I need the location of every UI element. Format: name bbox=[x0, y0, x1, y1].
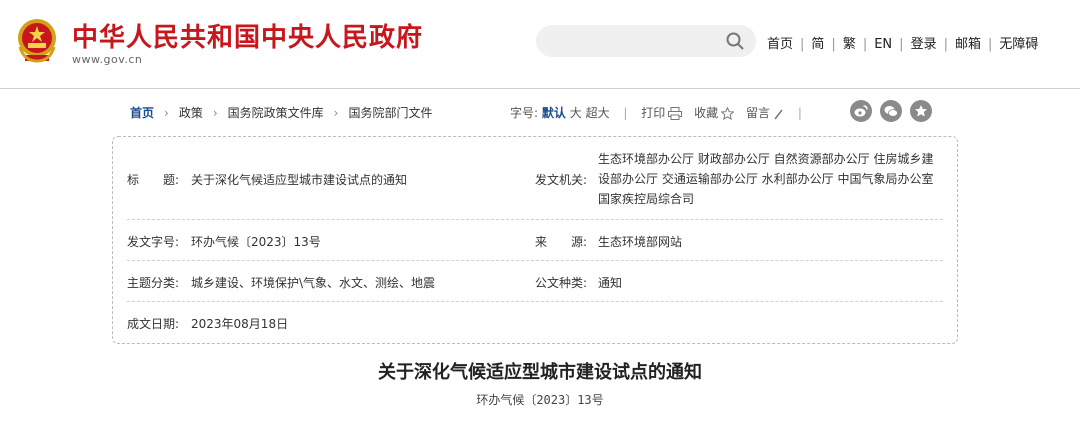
type-label: 公文种类: bbox=[535, 276, 588, 290]
nav-accessibility[interactable]: 无障碍 bbox=[999, 37, 1038, 52]
font-size-large[interactable]: 大 bbox=[570, 106, 582, 120]
site-url: www.gov.cn bbox=[72, 53, 143, 66]
font-size-xlarge[interactable]: 超大 bbox=[586, 106, 610, 120]
weibo-share-icon[interactable] bbox=[850, 100, 872, 122]
nav-home[interactable]: 首页 bbox=[767, 37, 793, 52]
breadcrumb-policy-library[interactable]: 国务院政策文件库 bbox=[228, 106, 324, 120]
nav-english[interactable]: EN bbox=[874, 37, 892, 52]
print-label: 打印 bbox=[641, 106, 666, 120]
title-value: 关于深化气候适应型城市建设试点的通知 bbox=[191, 173, 408, 187]
nav-traditional[interactable]: 繁 bbox=[843, 37, 856, 52]
site-title[interactable]: 中华人民共和国中央人民政府 bbox=[72, 17, 423, 54]
breadcrumb-home[interactable]: 首页 bbox=[130, 106, 154, 120]
search-icon[interactable] bbox=[726, 32, 744, 50]
breadcrumb-department-docs[interactable]: 国务院部门文件 bbox=[348, 106, 432, 120]
type-value: 通知 bbox=[598, 276, 623, 290]
chevron-right-icon: › bbox=[164, 106, 169, 120]
source-label: 来 源: bbox=[535, 235, 588, 249]
nav-separator: | bbox=[899, 37, 904, 52]
favorite-label: 收藏 bbox=[694, 106, 719, 120]
date-value: 2023年08月18日 bbox=[191, 317, 289, 331]
page-tools: 字号: 默认 大 超大 | 打印 收藏 留言 | bbox=[510, 104, 812, 121]
nav-separator: | bbox=[862, 37, 868, 52]
article-title: 关于深化气候适应型城市建设试点的通知 bbox=[378, 362, 702, 383]
top-nav: 首页 | 简 | 繁 | EN | 登录 | 邮箱 | 无障碍 bbox=[767, 33, 1038, 52]
breadcrumb: 首页 › 政策 › 国务院政策文件库 › 国务院部门文件 bbox=[130, 104, 439, 121]
favorite-button[interactable]: 收藏 bbox=[694, 106, 735, 120]
breadcrumb-policy[interactable]: 政策 bbox=[179, 106, 203, 120]
doc-no-value: 环办气候〔2023〕13号 bbox=[191, 235, 321, 249]
pencil-icon bbox=[774, 109, 783, 119]
nav-separator: | bbox=[943, 37, 948, 52]
printer-icon bbox=[668, 107, 683, 120]
document-info-box: 标 题: 关于深化气候适应型城市建设试点的通知 发文机关: 生态环境部办公厅 财… bbox=[112, 136, 958, 344]
issuer-value: 生态环境部办公厅 财政部办公厅 自然资源部办公厅 住房城乡建设部办公厅 交通运输… bbox=[598, 152, 934, 206]
article-doc-number: 环办气候〔2023〕13号 bbox=[476, 393, 604, 407]
source-value: 生态环境部网站 bbox=[598, 235, 683, 249]
info-row-docno: 发文字号: 环办气候〔2023〕13号 来 源: 生态环境部网站 bbox=[127, 220, 943, 261]
comment-button[interactable]: 留言 bbox=[746, 106, 784, 120]
star-icon bbox=[721, 107, 735, 120]
font-size-label: 字号: bbox=[510, 106, 539, 120]
nav-simplified[interactable]: 简 bbox=[811, 37, 824, 52]
info-row-date: 成文日期: 2023年08月18日 bbox=[127, 302, 943, 342]
info-row-topic: 主题分类: 城乡建设、环境保护\气象、水文、测绘、地震 公文种类: 通知 bbox=[127, 261, 943, 302]
comment-label: 留言 bbox=[745, 106, 770, 120]
print-button[interactable]: 打印 bbox=[641, 106, 683, 120]
national-emblem-icon[interactable] bbox=[14, 17, 60, 65]
favorite-share-icon[interactable] bbox=[910, 100, 932, 122]
breadcrumb-bar: 首页 › 政策 › 国务院政策文件库 › 国务院部门文件 字号: 默认 大 超大 | 打印 … bbox=[0, 100, 1080, 124]
chevron-right-icon: › bbox=[212, 106, 218, 120]
nav-separator: | bbox=[831, 37, 836, 52]
title-label: 标 题: bbox=[127, 173, 180, 187]
tool-separator: | bbox=[623, 106, 628, 120]
search-box[interactable] bbox=[536, 25, 756, 57]
wechat-share-icon[interactable] bbox=[880, 100, 902, 122]
nav-separator: | bbox=[987, 37, 993, 52]
info-row-title: 标 题: 关于深化气候适应型城市建设试点的通知 发文机关: 生态环境部办公厅 财… bbox=[127, 137, 943, 220]
share-buttons bbox=[850, 100, 940, 122]
nav-login[interactable]: 登录 bbox=[911, 37, 937, 52]
font-size-default[interactable]: 默认 bbox=[542, 106, 566, 120]
nav-separator: | bbox=[800, 37, 805, 52]
chevron-right-icon: › bbox=[333, 106, 339, 120]
nav-mailbox[interactable]: 邮箱 bbox=[955, 37, 981, 52]
doc-no-label: 发文字号: bbox=[127, 235, 180, 249]
site-header: 中华人民共和国中央人民政府 www.gov.cn 首页 | 简 | 繁 | EN | 登录 | 邮箱… bbox=[0, 0, 1080, 89]
tool-separator: | bbox=[797, 106, 802, 120]
topic-label: 主题分类: bbox=[127, 276, 180, 290]
date-label: 成文日期: bbox=[127, 317, 180, 331]
issuer-label: 发文机关: bbox=[535, 173, 588, 187]
topic-value: 城乡建设、环境保护\气象、水文、测绘、地震 bbox=[191, 276, 436, 290]
